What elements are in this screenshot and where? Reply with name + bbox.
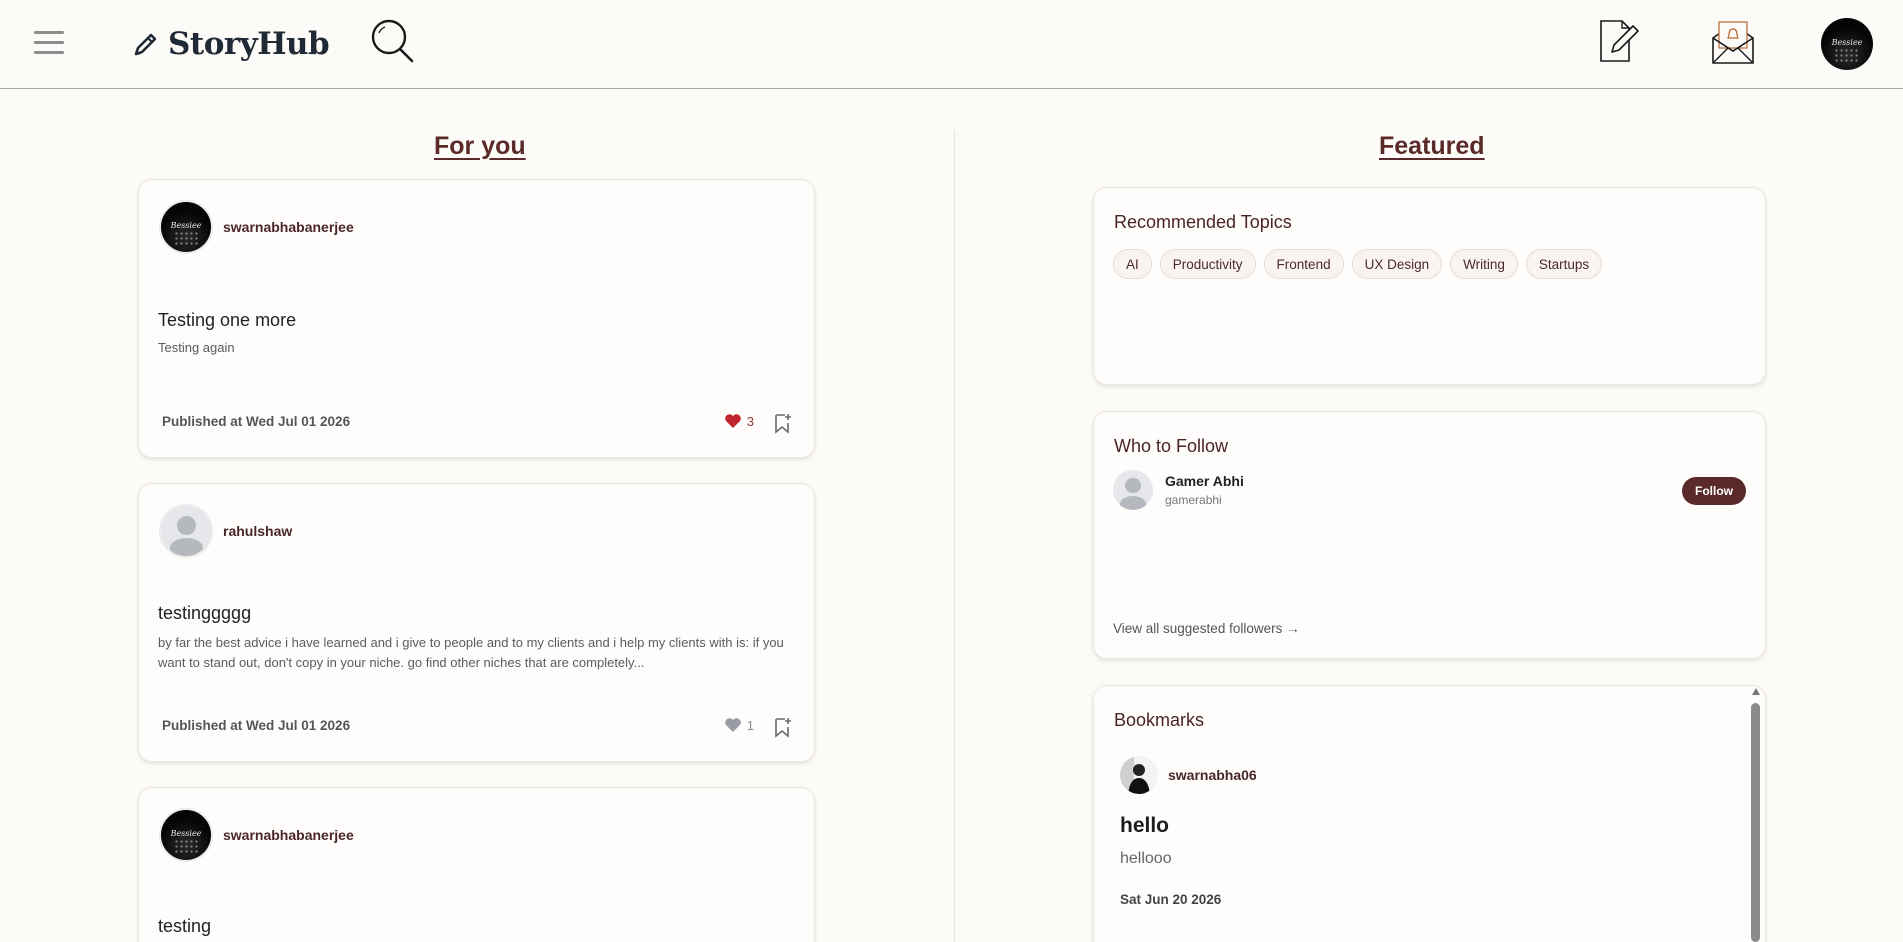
- post-excerpt: by far the best advice i have learned an…: [158, 635, 784, 670]
- view-all-followers-link[interactable]: View all suggested followers →: [1113, 621, 1300, 636]
- user-name[interactable]: Gamer Abhi: [1165, 473, 1244, 489]
- bookmark-add-icon[interactable]: [772, 412, 794, 434]
- post-author[interactable]: rahulshaw: [159, 504, 292, 558]
- user-handle: gamerabhi: [1165, 493, 1222, 507]
- author-name[interactable]: rahulshaw: [223, 523, 292, 539]
- topic-chip[interactable]: Writing: [1450, 249, 1518, 279]
- for-you-heading: For you: [434, 132, 526, 160]
- featured-heading: Featured: [1379, 132, 1485, 160]
- who-to-follow-panel: Who to Follow Gamer Abhi gamerabhi Follo…: [1093, 411, 1766, 659]
- write-icon[interactable]: [1598, 18, 1640, 64]
- heart-icon: [724, 414, 741, 428]
- follow-button[interactable]: Follow: [1682, 477, 1746, 505]
- topic-chip[interactable]: AI: [1113, 249, 1152, 279]
- post-card[interactable]: Bessiee swarnabhabanerjee testing: [138, 787, 815, 942]
- user-avatar[interactable]: [1113, 470, 1153, 510]
- bookmarks-scrollbar[interactable]: [1750, 686, 1762, 942]
- recommended-topics-panel: Recommended Topics AI Productivity Front…: [1093, 187, 1766, 385]
- suggested-user: Gamer Abhi gamerabhi Follow: [1113, 470, 1746, 512]
- author-avatar: [1120, 756, 1158, 794]
- bookmark-author[interactable]: swarnabha06: [1120, 756, 1257, 794]
- bookmark-date: Sat Jun 20 2026: [1120, 892, 1222, 907]
- author-avatar: Bessiee: [159, 808, 213, 862]
- topic-chip[interactable]: Frontend: [1263, 249, 1344, 279]
- profile-avatar[interactable]: Bessiee: [1821, 18, 1873, 70]
- published-date: Published at Wed Jul 01 2026: [162, 718, 351, 733]
- logo-text: StoryHub: [168, 26, 330, 62]
- search-icon[interactable]: [370, 18, 416, 64]
- like-count: 3: [746, 413, 754, 429]
- post-author[interactable]: Bessiee swarnabhabanerjee: [159, 808, 354, 862]
- logo[interactable]: StoryHub: [132, 24, 330, 64]
- author-name[interactable]: swarnabhabanerjee: [223, 827, 354, 843]
- menu-icon[interactable]: [34, 31, 64, 57]
- post-card[interactable]: rahulshaw testinggggg by far the best ad…: [138, 483, 815, 762]
- heart-icon: [724, 718, 741, 732]
- topic-list: AI Productivity Frontend UX Design Writi…: [1113, 249, 1603, 279]
- post-title[interactable]: testing: [158, 916, 211, 937]
- column-divider: [954, 130, 955, 942]
- author-name[interactable]: swarnabha06: [1168, 767, 1257, 783]
- notification-mail-icon[interactable]: [1710, 18, 1756, 66]
- scroll-up-arrow[interactable]: [1752, 688, 1760, 695]
- post-excerpt: Testing again: [158, 340, 235, 355]
- bookmark-add-icon[interactable]: [772, 716, 794, 738]
- post-author[interactable]: Bessiee swarnabhabanerjee: [159, 200, 354, 254]
- author-name[interactable]: swarnabhabanerjee: [223, 219, 354, 235]
- author-avatar: [159, 504, 213, 558]
- published-date: Published at Wed Jul 01 2026: [162, 414, 351, 429]
- topic-chip[interactable]: Startups: [1525, 249, 1603, 279]
- post-card[interactable]: Bessiee swarnabhabanerjee Testing one mo…: [138, 179, 815, 458]
- like-count: 1: [746, 717, 754, 733]
- bookmark-title[interactable]: hello: [1120, 814, 1169, 838]
- avatar-script: Bessiee: [1831, 37, 1863, 47]
- bookmarks-panel: Bookmarks swarnabha06 hello hellooo Sat …: [1093, 685, 1766, 942]
- bookmark-excerpt: hellooo: [1120, 850, 1172, 867]
- scroll-thumb[interactable]: [1751, 703, 1760, 942]
- like-button[interactable]: 3: [724, 413, 754, 429]
- topic-chip[interactable]: Productivity: [1159, 249, 1256, 279]
- panel-title: Bookmarks: [1114, 710, 1205, 730]
- panel-title: Recommended Topics: [1114, 212, 1292, 232]
- topic-chip[interactable]: UX Design: [1351, 249, 1443, 279]
- author-avatar: Bessiee: [159, 200, 213, 254]
- top-nav-bar: StoryHub Bessiee: [0, 0, 1903, 89]
- panel-title: Who to Follow: [1114, 436, 1229, 456]
- like-button[interactable]: 1: [724, 717, 754, 733]
- pen-logo-icon: [134, 33, 157, 56]
- post-title[interactable]: testinggggg: [158, 603, 251, 624]
- post-title[interactable]: Testing one more: [158, 310, 296, 331]
